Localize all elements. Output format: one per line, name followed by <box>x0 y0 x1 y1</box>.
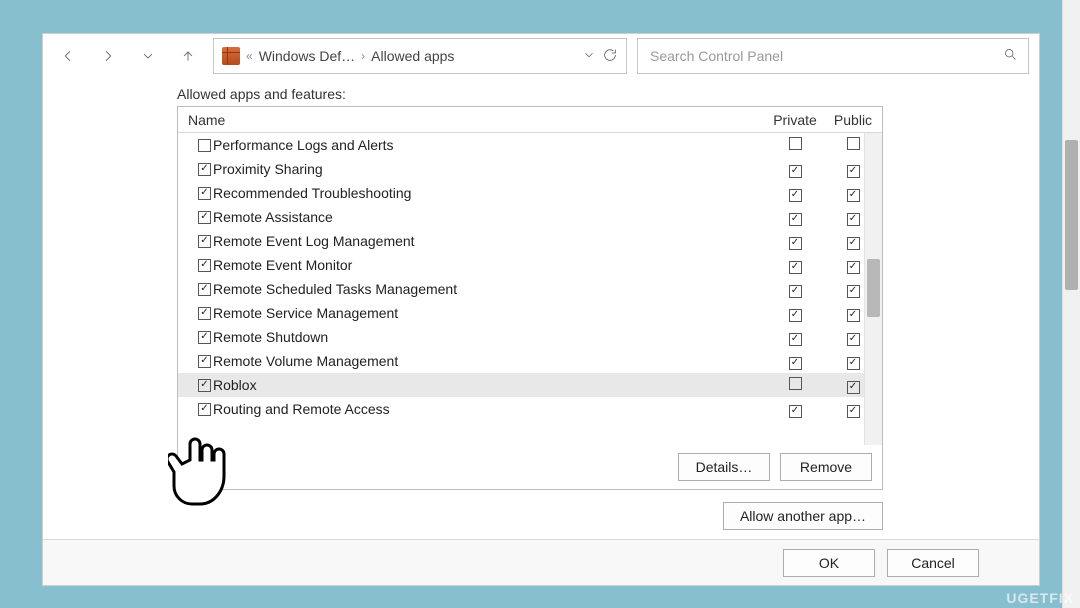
details-button[interactable]: Details… <box>678 453 770 481</box>
private-checkbox[interactable] <box>789 333 802 346</box>
private-checkbox[interactable] <box>789 309 802 322</box>
public-checkbox[interactable] <box>847 213 860 226</box>
public-checkbox[interactable] <box>847 189 860 202</box>
private-checkbox[interactable] <box>789 137 802 150</box>
table-row[interactable]: Remote Scheduled Tasks Management <box>178 277 882 301</box>
allow-another-app-button[interactable]: Allow another app… <box>723 502 883 530</box>
public-checkbox[interactable] <box>847 237 860 250</box>
table-row[interactable]: Remote Event Log Management <box>178 229 882 253</box>
column-private[interactable]: Private <box>766 112 824 128</box>
row-label: Remote Scheduled Tasks Management <box>213 281 457 297</box>
page-scrollbar[interactable] <box>1062 0 1080 608</box>
search-bar[interactable] <box>637 38 1029 74</box>
column-name[interactable]: Name <box>178 112 766 128</box>
enable-checkbox[interactable] <box>198 235 211 248</box>
public-checkbox[interactable] <box>847 405 860 418</box>
chevron-right-icon: › <box>361 49 365 63</box>
public-checkbox[interactable] <box>847 165 860 178</box>
table-row[interactable]: Remote Event Monitor <box>178 253 882 277</box>
public-checkbox[interactable] <box>847 333 860 346</box>
forward-button[interactable] <box>93 41 123 71</box>
control-panel-window: « Windows Def… › Allowed apps Allowed ap… <box>42 33 1040 586</box>
search-input[interactable] <box>648 47 1003 65</box>
private-checkbox[interactable] <box>789 261 802 274</box>
remove-button[interactable]: Remove <box>780 453 872 481</box>
enable-checkbox[interactable] <box>198 283 211 296</box>
breadcrumb-2[interactable]: Allowed apps <box>371 48 454 64</box>
enable-checkbox[interactable] <box>198 259 211 272</box>
search-icon[interactable] <box>1003 47 1018 65</box>
breadcrumb-prefix: « <box>246 49 253 63</box>
row-label: Remote Assistance <box>213 209 333 225</box>
recent-dropdown[interactable] <box>133 41 163 71</box>
enable-checkbox[interactable] <box>198 187 211 200</box>
table-row[interactable]: Remote Assistance <box>178 205 882 229</box>
public-checkbox[interactable] <box>847 137 860 150</box>
back-button[interactable] <box>53 41 83 71</box>
breadcrumb-1[interactable]: Windows Def… <box>259 48 355 64</box>
enable-checkbox[interactable] <box>198 403 211 416</box>
cancel-button[interactable]: Cancel <box>887 549 979 577</box>
row-label: Roblox <box>213 377 257 393</box>
enable-checkbox[interactable] <box>198 331 211 344</box>
list-body: Performance Logs and Alerts Proximity Sha… <box>178 133 882 445</box>
row-label: Routing and Remote Access <box>213 401 390 417</box>
private-checkbox[interactable] <box>789 165 802 178</box>
apps-list-frame: Name Private Public Performance Logs and… <box>177 106 883 490</box>
table-row[interactable]: Remote Service Management <box>178 301 882 325</box>
row-label: Remote Service Management <box>213 305 398 321</box>
row-label: Performance Logs and Alerts <box>213 137 394 153</box>
enable-checkbox[interactable] <box>198 211 211 224</box>
address-dropdown[interactable] <box>582 48 596 65</box>
row-label: Remote Volume Management <box>213 353 398 369</box>
private-checkbox[interactable] <box>789 237 802 250</box>
dialog-footer: OK Cancel <box>43 539 1039 585</box>
firewall-icon <box>222 47 240 65</box>
table-row[interactable]: Roblox <box>178 373 882 397</box>
row-label: Remote Event Monitor <box>213 257 352 273</box>
private-checkbox[interactable] <box>789 285 802 298</box>
address-bar[interactable]: « Windows Def… › Allowed apps <box>213 38 627 74</box>
private-checkbox[interactable] <box>789 377 802 390</box>
row-label: Remote Shutdown <box>213 329 328 345</box>
public-checkbox[interactable] <box>847 285 860 298</box>
public-checkbox[interactable] <box>847 357 860 370</box>
private-checkbox[interactable] <box>789 405 802 418</box>
enable-checkbox[interactable] <box>198 307 211 320</box>
private-checkbox[interactable] <box>789 189 802 202</box>
table-row[interactable]: Remote Volume Management <box>178 349 882 373</box>
row-label: Proximity Sharing <box>213 161 323 177</box>
private-checkbox[interactable] <box>789 213 802 226</box>
toolbar: « Windows Def… › Allowed apps <box>43 34 1039 78</box>
enable-checkbox[interactable] <box>198 139 211 152</box>
table-row[interactable]: Proximity Sharing <box>178 157 882 181</box>
table-row[interactable]: Remote Shutdown <box>178 325 882 349</box>
content-area: Allowed apps and features: Name Private … <box>177 86 925 530</box>
table-row[interactable]: Routing and Remote Access <box>178 397 882 421</box>
enable-checkbox[interactable] <box>198 355 211 368</box>
enable-checkbox[interactable] <box>198 163 211 176</box>
column-public[interactable]: Public <box>824 112 882 128</box>
public-checkbox[interactable] <box>847 381 860 394</box>
list-scrollbar[interactable] <box>864 133 882 445</box>
row-label: Remote Event Log Management <box>213 233 415 249</box>
enable-checkbox[interactable] <box>198 379 211 392</box>
allow-row: Allow another app… <box>177 502 883 530</box>
public-checkbox[interactable] <box>847 309 860 322</box>
watermark: UGETFIX <box>1006 590 1074 606</box>
table-row[interactable]: Recommended Troubleshooting <box>178 181 882 205</box>
public-checkbox[interactable] <box>847 261 860 274</box>
list-header: Name Private Public <box>178 107 882 133</box>
up-button[interactable] <box>173 41 203 71</box>
section-label: Allowed apps and features: <box>177 86 925 102</box>
row-label: Recommended Troubleshooting <box>213 185 411 201</box>
refresh-button[interactable] <box>602 47 618 66</box>
list-footer: Details… Remove <box>178 445 882 489</box>
table-row[interactable]: Performance Logs and Alerts <box>178 133 882 157</box>
ok-button[interactable]: OK <box>783 549 875 577</box>
private-checkbox[interactable] <box>789 357 802 370</box>
page-scrollbar-thumb[interactable] <box>1065 140 1078 290</box>
list-scrollbar-thumb[interactable] <box>867 259 880 317</box>
